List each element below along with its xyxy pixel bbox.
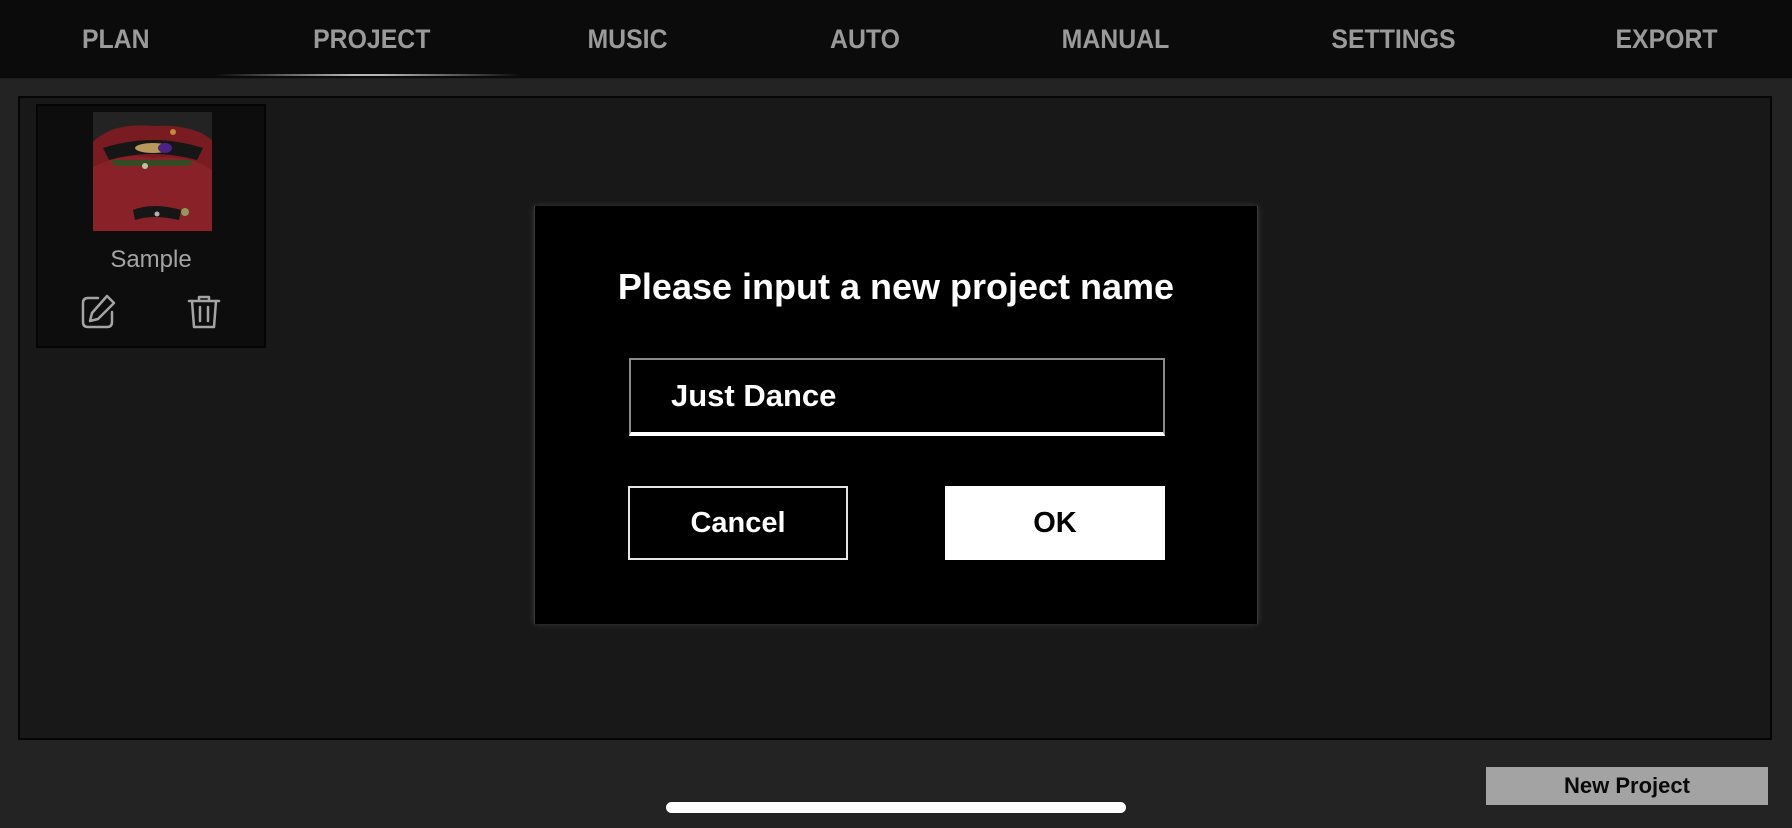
active-tab-indicator bbox=[215, 74, 520, 76]
project-card[interactable]: Sample bbox=[36, 104, 266, 348]
app-root: PLAN PROJECT MUSIC AUTO MANUAL SETTINGS … bbox=[0, 0, 1792, 828]
new-project-dialog: Please input a new project name Cancel O… bbox=[534, 206, 1258, 624]
project-name-input[interactable] bbox=[629, 358, 1165, 436]
dialog-title: Please input a new project name bbox=[617, 266, 1175, 307]
tab-settings[interactable]: SETTINGS bbox=[1331, 20, 1455, 58]
tab-export[interactable]: EXPORT bbox=[1615, 20, 1717, 58]
home-indicator[interactable] bbox=[666, 802, 1126, 813]
project-thumbnail[interactable] bbox=[93, 112, 212, 231]
ok-button[interactable]: OK bbox=[945, 486, 1165, 560]
trash-icon[interactable] bbox=[184, 292, 224, 332]
tab-plan[interactable]: PLAN bbox=[82, 20, 150, 58]
edit-icon[interactable] bbox=[78, 292, 118, 332]
tab-auto[interactable]: AUTO bbox=[830, 20, 900, 58]
cancel-button[interactable]: Cancel bbox=[628, 486, 848, 560]
new-project-button[interactable]: New Project bbox=[1486, 767, 1768, 805]
tab-manual[interactable]: MANUAL bbox=[1062, 20, 1170, 58]
top-navigation: PLAN PROJECT MUSIC AUTO MANUAL SETTINGS … bbox=[0, 0, 1792, 79]
tab-music[interactable]: MUSIC bbox=[587, 20, 667, 58]
project-name: Sample bbox=[110, 246, 192, 273]
tab-project[interactable]: PROJECT bbox=[313, 20, 430, 58]
